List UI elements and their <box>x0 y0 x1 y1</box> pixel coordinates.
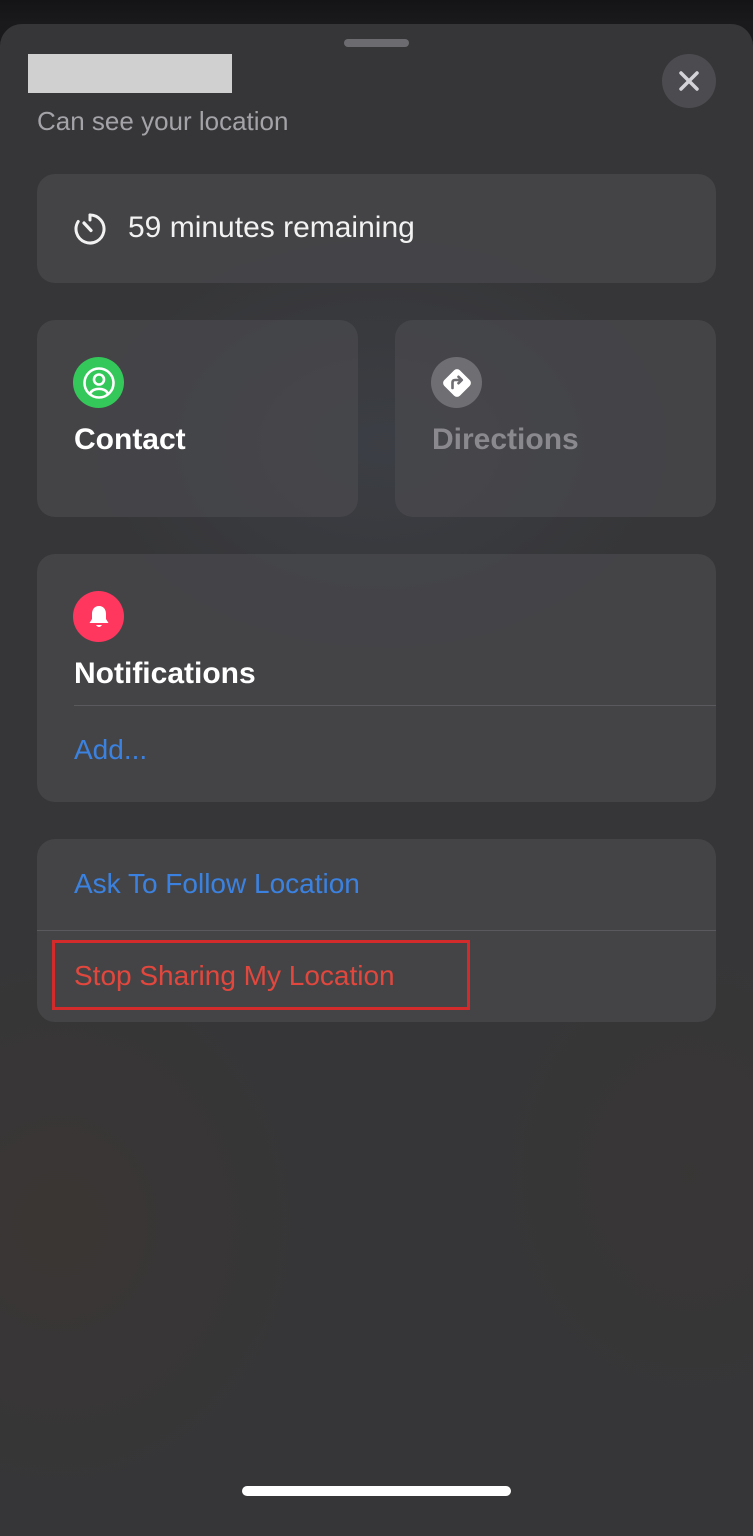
close-button[interactable] <box>662 54 716 108</box>
notifications-icon-badge <box>73 591 124 642</box>
close-icon <box>679 71 699 91</box>
stop-sharing-location-button[interactable]: Stop Sharing My Location <box>74 959 395 993</box>
notifications-section: Notifications Add... <box>37 554 716 802</box>
contact-label: Contact <box>74 423 186 456</box>
bell-icon <box>89 605 108 627</box>
notifications-title: Notifications <box>74 657 256 690</box>
home-indicator[interactable] <box>242 1486 511 1496</box>
timer-icon <box>74 213 106 245</box>
directions-label: Directions <box>432 423 579 456</box>
location-actions-section: Ask To Follow Location Stop Sharing My L… <box>37 839 716 1022</box>
contact-button[interactable]: Contact <box>37 320 358 517</box>
time-remaining-row: 59 minutes remaining <box>37 174 716 283</box>
sharing-status-subtitle: Can see your location <box>37 106 289 136</box>
person-icon <box>82 366 115 399</box>
directions-icon-badge <box>431 357 482 408</box>
directions-button[interactable]: Directions <box>395 320 716 517</box>
time-remaining-label: 59 minutes remaining <box>128 211 415 244</box>
person-name-redacted <box>28 54 232 93</box>
sheet-grabber[interactable] <box>344 39 409 47</box>
notifications-divider <box>74 705 716 706</box>
person-detail-sheet: Can see your location 59 minutes remaini… <box>0 24 753 1536</box>
ask-to-follow-location-button[interactable]: Ask To Follow Location <box>74 867 360 901</box>
add-notification-button[interactable]: Add... <box>74 733 147 767</box>
directions-icon <box>442 368 471 397</box>
actions-divider <box>37 930 716 931</box>
screen: Can see your location 59 minutes remaini… <box>0 0 753 1536</box>
contact-icon-badge <box>73 357 124 408</box>
